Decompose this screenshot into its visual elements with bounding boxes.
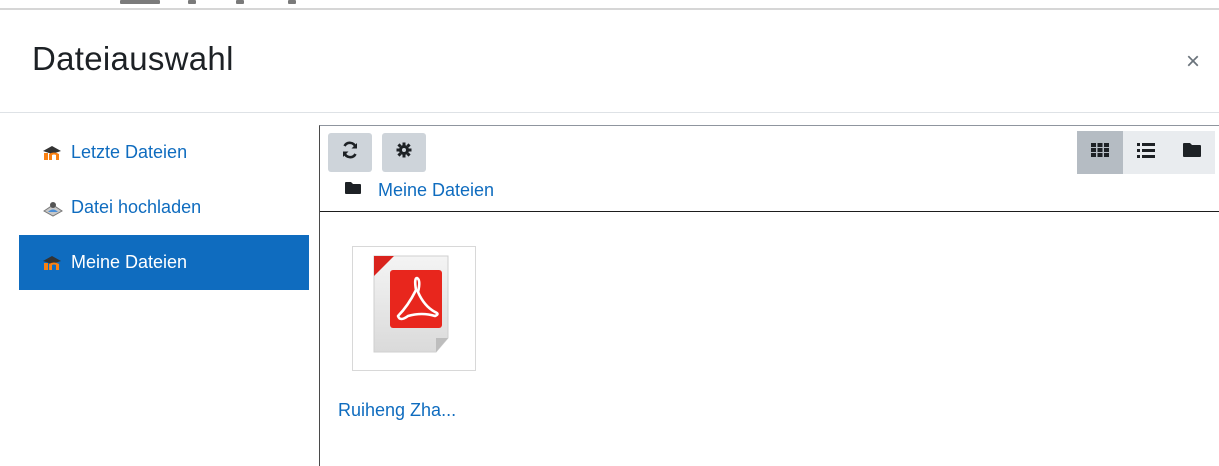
edge-fragment [288, 0, 296, 4]
grid-view-button[interactable] [1077, 131, 1123, 174]
edge-fragment [236, 0, 244, 4]
sidebar-item-my-files[interactable]: Meine Dateien [19, 235, 309, 290]
breadcrumb: Meine Dateien [344, 180, 494, 201]
gear-icon [396, 142, 412, 163]
header-divider [0, 112, 1219, 113]
refresh-button[interactable] [328, 133, 372, 172]
edge-fragment [188, 0, 196, 4]
settings-button[interactable] [382, 133, 426, 172]
close-button[interactable]: × [1186, 50, 1200, 74]
edge-fragment [120, 0, 160, 4]
file-name-link[interactable]: Ruiheng Zha... [338, 400, 456, 421]
folder-icon [1182, 142, 1202, 163]
sidebar-item-recent-files[interactable]: Letzte Dateien [19, 125, 309, 180]
list-view-icon [1137, 142, 1155, 163]
list-view-button[interactable] [1123, 131, 1169, 174]
content-divider [320, 211, 1219, 212]
sidebar-item-label: Meine Dateien [71, 252, 188, 272]
sidebar-item-label: Datei hochladen [71, 197, 202, 217]
file-browser-panel: Meine Dateien Ruiheng Zha... [319, 125, 1219, 466]
dialog-title: Dateiauswahl [32, 40, 234, 77]
grid-view-icon [1091, 143, 1109, 162]
top-edge-strip [0, 0, 1219, 10]
pdf-file-icon [364, 250, 464, 367]
sidebar-item-label: Letzte Dateien [71, 142, 188, 162]
repository-sidebar: Letzte Dateien Datei hochladen Meine Dat… [19, 125, 309, 290]
moodle-icon [41, 143, 69, 163]
view-switcher [1077, 131, 1219, 174]
folder-icon [344, 181, 362, 200]
upload-icon [41, 198, 69, 218]
file-thumbnail[interactable] [352, 246, 476, 371]
breadcrumb-link-my-files[interactable]: Meine Dateien [378, 180, 494, 201]
tree-view-button[interactable] [1169, 131, 1215, 174]
moodle-icon [41, 253, 69, 273]
sidebar-item-upload-file[interactable]: Datei hochladen [19, 180, 309, 235]
refresh-icon [341, 141, 359, 164]
